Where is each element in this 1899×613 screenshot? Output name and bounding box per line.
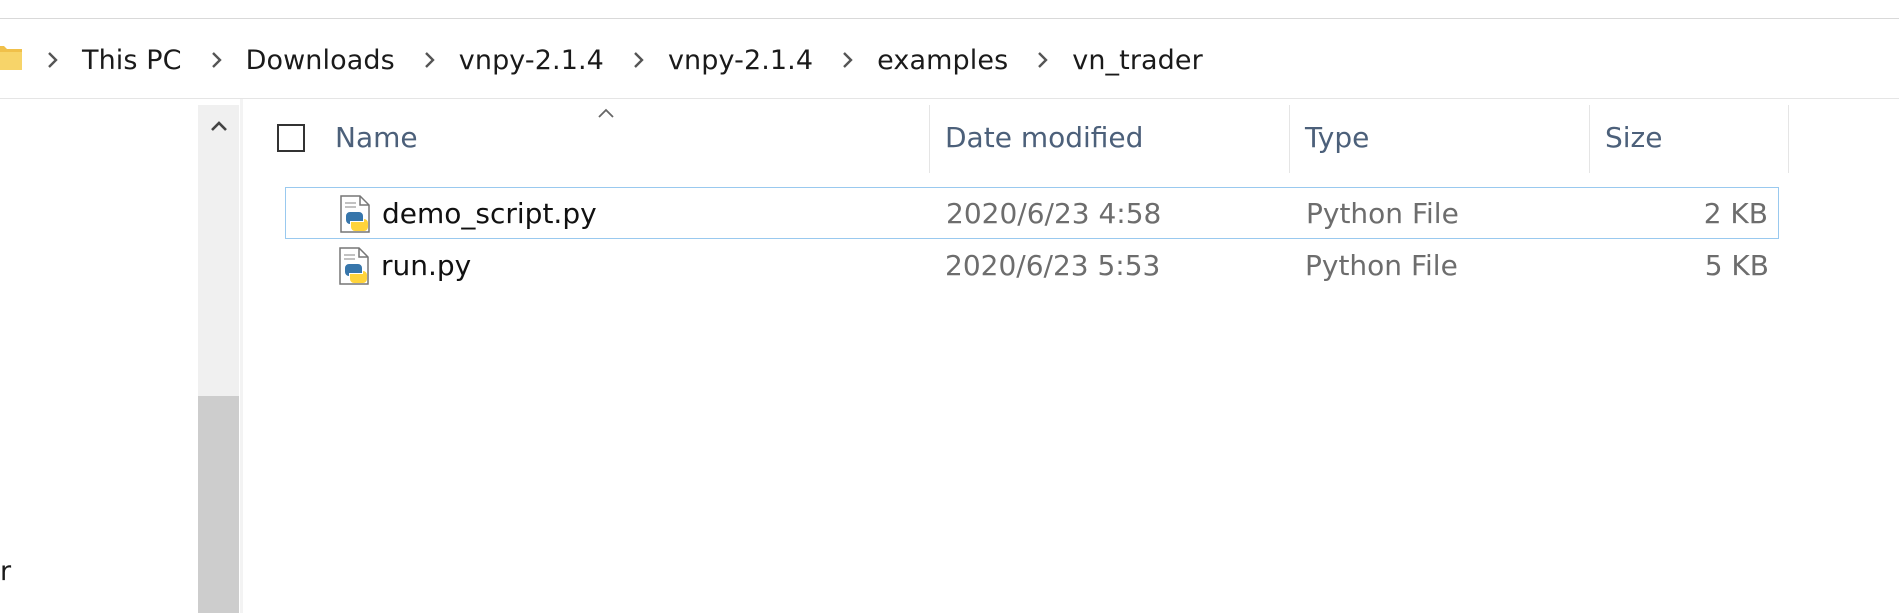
column-header-date-modified[interactable]: Date modified <box>945 121 1143 154</box>
ribbon-edge <box>0 0 1899 19</box>
scroll-up-button[interactable] <box>198 105 239 147</box>
address-bar[interactable]: This PC Downloads vnpy-2.1.4 vnpy-2.1.4 … <box>0 20 1899 99</box>
file-date-modified: 2020/6/23 4:58 <box>946 197 1162 230</box>
file-list-header: Name Date modified Type Size <box>243 105 1789 173</box>
column-divider[interactable] <box>1788 105 1789 173</box>
breadcrumb-examples[interactable]: examples <box>877 45 1008 76</box>
chevron-right-icon[interactable] <box>202 40 232 80</box>
folder-icon <box>0 46 22 70</box>
breadcrumb: This PC Downloads vnpy-2.1.4 vnpy-2.1.4 … <box>38 40 1223 80</box>
breadcrumb-downloads[interactable]: Downloads <box>246 45 395 76</box>
file-row[interactable]: demo_script.py 2020/6/23 4:58 Python Fil… <box>285 187 1779 239</box>
column-divider[interactable] <box>1589 105 1590 173</box>
file-date-modified: 2020/6/23 5:53 <box>945 249 1161 282</box>
file-type: Python File <box>1306 197 1459 230</box>
nav-pane-scrollbar[interactable] <box>198 105 239 613</box>
breadcrumb-vn-trader[interactable]: vn_trader <box>1072 45 1203 76</box>
sort-ascending-icon <box>598 108 614 118</box>
file-row[interactable]: run.py 2020/6/23 5:53 Python File 5 KB <box>285 240 1779 292</box>
chevron-right-icon[interactable] <box>1028 40 1058 80</box>
breadcrumb-this-pc[interactable]: This PC <box>82 45 182 76</box>
column-header-size[interactable]: Size <box>1605 121 1662 154</box>
navigation-pane[interactable] <box>0 99 198 613</box>
breadcrumb-vnpy-inner[interactable]: vnpy-2.1.4 <box>668 45 813 76</box>
chevron-right-icon[interactable] <box>624 40 654 80</box>
scroll-thumb[interactable] <box>198 396 239 613</box>
select-all-checkbox[interactable] <box>277 124 305 152</box>
column-header-type[interactable]: Type <box>1305 121 1369 154</box>
file-size: 5 KB <box>1704 249 1769 282</box>
pane-divider[interactable] <box>240 99 243 613</box>
breadcrumb-vnpy-outer[interactable]: vnpy-2.1.4 <box>459 45 604 76</box>
file-type: Python File <box>1305 249 1458 282</box>
column-divider[interactable] <box>1289 105 1290 173</box>
python-file-icon <box>340 195 370 233</box>
file-name[interactable]: demo_script.py <box>382 197 597 230</box>
chevron-right-icon[interactable] <box>38 40 68 80</box>
chevron-right-icon[interactable] <box>415 40 445 80</box>
nav-item-partial-label[interactable]: r <box>0 556 11 587</box>
chevron-up-icon <box>210 121 227 131</box>
python-file-icon <box>339 247 369 285</box>
column-header-name[interactable]: Name <box>335 121 418 154</box>
file-name[interactable]: run.py <box>381 249 471 282</box>
file-size: 2 KB <box>1703 197 1768 230</box>
chevron-right-icon[interactable] <box>833 40 863 80</box>
column-divider[interactable] <box>929 105 930 173</box>
